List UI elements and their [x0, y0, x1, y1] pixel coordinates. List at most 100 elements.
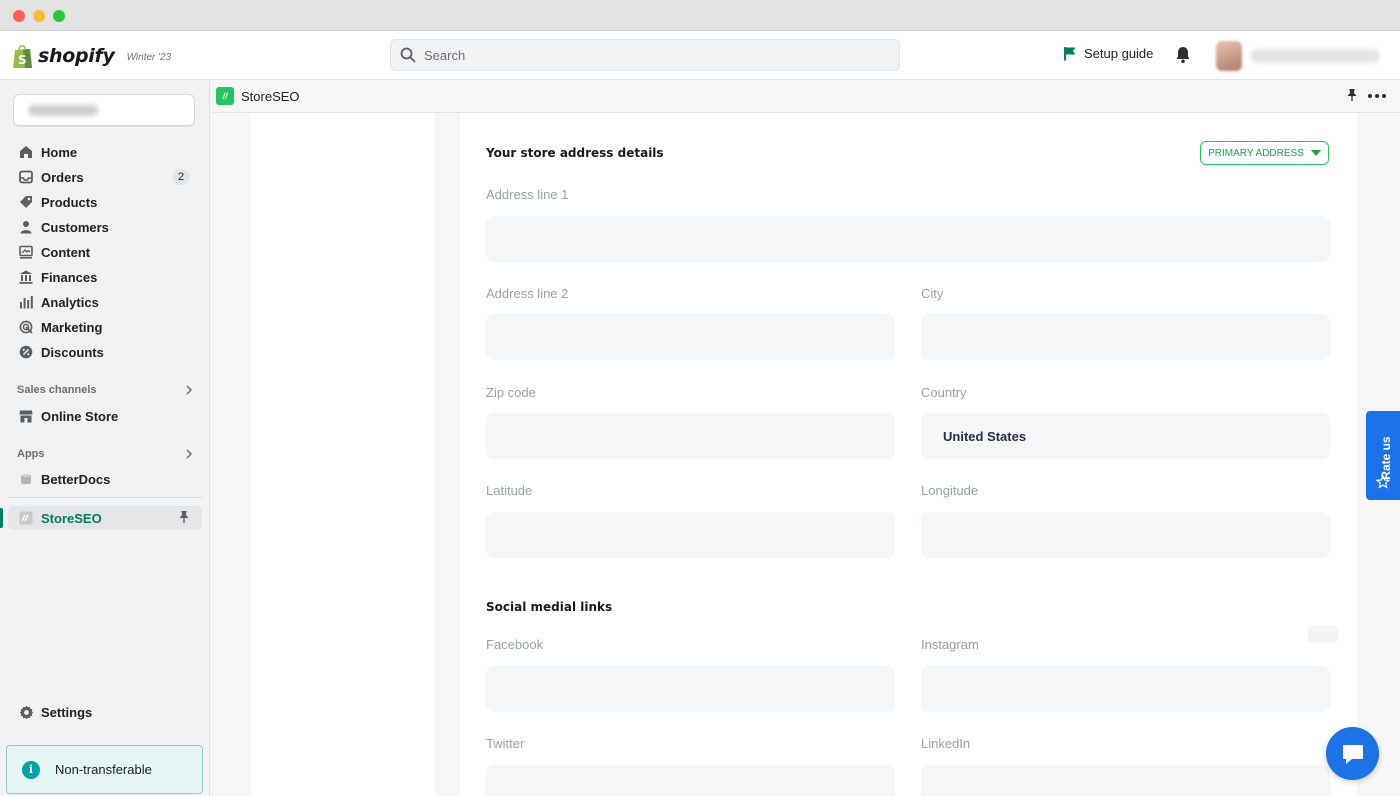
address-form-panel: Your store address details PRIMARY ADDRE… [460, 113, 1357, 796]
address-line-2-label: Address line 2 [486, 286, 569, 301]
sales-channels-header[interactable]: Sales channels [17, 384, 193, 396]
chevron-right-icon [186, 449, 193, 459]
content-icon [18, 244, 34, 260]
avatar[interactable] [1216, 41, 1242, 71]
star-icon [1376, 475, 1390, 489]
linkedin-input[interactable] [921, 765, 1330, 796]
caret-down-icon [1310, 150, 1321, 156]
store-selector[interactable] [13, 94, 195, 126]
longitude-input[interactable] [921, 512, 1330, 558]
bank-icon [18, 269, 34, 285]
sidebar-item-content[interactable]: Content [8, 240, 202, 264]
sidebar-item-label: Analytics [41, 294, 99, 310]
sidebar-item-home[interactable]: Home [8, 140, 202, 164]
sidebar-item-label: Marketing [41, 319, 103, 335]
minimize-window-button[interactable] [33, 10, 45, 22]
address-line-1-input[interactable] [486, 216, 1330, 262]
sidebar-item-label: Orders [41, 169, 84, 185]
search-input[interactable] [424, 47, 864, 63]
twitter-input[interactable] [486, 765, 895, 796]
sidebar-item-customers[interactable]: Customers [8, 215, 202, 239]
setup-guide-button[interactable]: Setup guide [1063, 46, 1153, 61]
address-line-2-input[interactable] [486, 314, 895, 360]
shopify-wordmark: shopify [38, 45, 115, 67]
instagram-input[interactable] [921, 666, 1330, 712]
bar-chart-icon [18, 294, 34, 310]
betterdocs-app-icon [18, 471, 34, 487]
setup-guide-label: Setup guide [1084, 46, 1154, 61]
edition-label: Winter '23 [126, 52, 172, 63]
storeseo-app-icon [18, 510, 34, 526]
home-icon [18, 144, 34, 160]
pin-icon[interactable] [178, 510, 190, 524]
search-icon [400, 47, 416, 63]
sidebar-item-online-store[interactable]: Online Store [8, 404, 202, 428]
instagram-label: Instagram [921, 637, 979, 652]
city-label: City [921, 286, 944, 301]
sidebar-item-finances[interactable]: Finances [8, 265, 202, 289]
placeholder-chip [1308, 625, 1338, 643]
shopify-logo[interactable]: S shopify Winter '23 [12, 41, 171, 71]
orders-count-badge: 2 [172, 169, 190, 185]
app-name: StoreSEO [241, 89, 300, 104]
sidebar-item-label: Home [41, 144, 78, 160]
sidebar-item-label: Finances [41, 269, 98, 285]
sidebar-divider [8, 497, 202, 498]
sidebar-item-marketing[interactable]: Marketing [8, 315, 202, 339]
sidebar-item-label: BetterDocs [41, 471, 111, 487]
chat-button[interactable] [1326, 727, 1379, 780]
sidebar-item-label: Content [41, 244, 91, 260]
facebook-input[interactable] [486, 666, 895, 712]
latitude-label: Latitude [486, 483, 533, 498]
sales-channels-label: Sales channels [17, 384, 97, 396]
sidebar-item-orders[interactable]: Orders 2 [8, 165, 202, 189]
rate-us-tab[interactable]: Rate us [1366, 411, 1400, 500]
sidebar-item-label: Products [41, 194, 98, 210]
shopify-bag-icon: S [12, 43, 34, 69]
twitter-label: Twitter [486, 736, 525, 751]
sidebar-item-storeseo[interactable]: StoreSEO [8, 506, 202, 530]
zip-code-input[interactable] [486, 413, 895, 459]
apps-header[interactable]: Apps [17, 448, 193, 460]
apps-label: Apps [17, 448, 45, 460]
window-titlebar [0, 0, 1400, 31]
sidebar-item-settings[interactable]: Settings [8, 700, 202, 724]
zip-code-label: Zip code [486, 385, 536, 400]
maximize-window-button[interactable] [53, 10, 65, 22]
social-section-title: Social medial links [486, 600, 613, 614]
sidebar-item-label: StoreSEO [41, 510, 102, 526]
sidebar-item-analytics[interactable]: Analytics [8, 290, 202, 314]
address-section-title: Your store address details [486, 146, 664, 160]
account-name-blurred[interactable] [1250, 49, 1380, 63]
primary-address-dropdown[interactable]: PRIMARY ADDRESS [1200, 141, 1329, 165]
person-icon [18, 219, 34, 235]
more-options-icon[interactable] [1368, 94, 1386, 98]
non-transferable-banner[interactable]: i Non-transferable [6, 745, 203, 794]
app-title-bar: // StoreSEO [210, 80, 1400, 113]
app-side-panel [250, 113, 435, 796]
target-icon [18, 319, 34, 335]
sidebar-item-label: Settings [41, 704, 93, 720]
linkedin-label: LinkedIn [921, 736, 971, 751]
close-window-button[interactable] [13, 10, 25, 22]
sidebar-item-betterdocs[interactable]: BetterDocs [8, 467, 202, 491]
sidebar-item-products[interactable]: Products [8, 190, 202, 214]
country-select[interactable] [921, 413, 1330, 459]
notifications-bell-icon[interactable] [1173, 45, 1193, 65]
latitude-input[interactable] [486, 512, 895, 558]
store-icon [18, 408, 34, 424]
pin-icon[interactable] [1346, 88, 1358, 102]
tag-icon [18, 194, 34, 210]
non-transferable-label: Non-transferable [55, 762, 152, 777]
sidebar-item-discounts[interactable]: Discounts [8, 340, 202, 364]
chevron-right-icon [186, 385, 193, 395]
city-input[interactable] [921, 314, 1330, 360]
search-bar[interactable] [390, 39, 900, 71]
storeseo-logo-icon: // [216, 87, 234, 105]
discount-icon [18, 344, 34, 360]
primary-address-label: PRIMARY ADDRESS [1208, 147, 1304, 159]
sidebar-item-label: Customers [41, 219, 109, 235]
sidebar-item-label: Discounts [41, 344, 104, 360]
active-indicator [0, 508, 3, 528]
chat-icon [1342, 744, 1363, 764]
